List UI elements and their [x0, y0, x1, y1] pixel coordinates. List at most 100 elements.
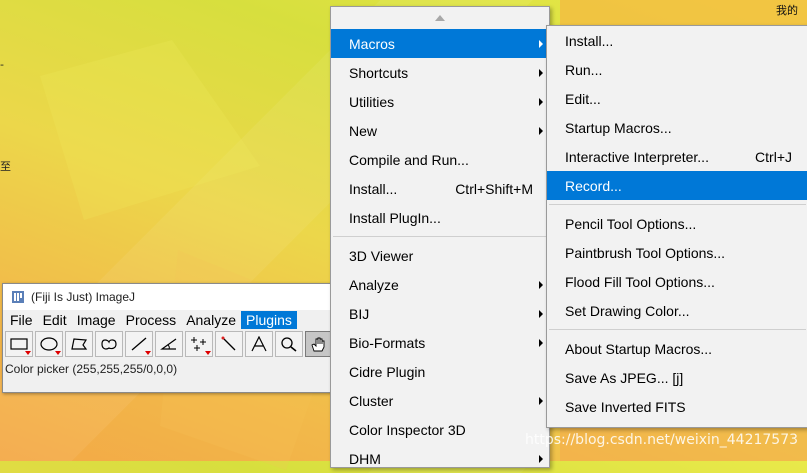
wand-tool-button[interactable]	[215, 331, 243, 357]
menu-item-label: Startup Macros...	[565, 119, 672, 136]
menu-item-label: Analyze	[349, 276, 399, 293]
menu-item-new[interactable]: New	[331, 116, 549, 145]
polygon-icon	[71, 338, 88, 350]
oval-tool-button[interactable]	[35, 331, 63, 357]
menu-edit[interactable]: Edit	[38, 311, 72, 329]
menu-item-set-drawing-color[interactable]: Set Drawing Color...	[547, 296, 807, 325]
menu-item-install[interactable]: Install... Ctrl+Shift+M	[331, 174, 549, 203]
freehand-icon	[101, 339, 117, 350]
angle-icon	[160, 338, 177, 350]
menu-item-shortcut: Ctrl+J	[755, 148, 792, 165]
submenu-arrow-icon	[539, 310, 543, 318]
menu-item-macros[interactable]: Macros	[331, 29, 549, 58]
menu-item-macro-install[interactable]: Install...	[547, 26, 807, 55]
menu-item-label: Run...	[565, 61, 603, 78]
menu-item-label: Install PlugIn...	[349, 209, 441, 226]
multipoint-tool-button[interactable]	[185, 331, 213, 357]
menu-item-startup-macros[interactable]: Startup Macros...	[547, 113, 807, 142]
desktop-edge-glyph: -	[0, 58, 4, 71]
angle-tool-button[interactable]	[155, 331, 183, 357]
menu-item-bio-formats[interactable]: Bio-Formats	[331, 328, 549, 357]
menu-item-label: Bio-Formats	[349, 334, 426, 351]
rectangle-tool-button[interactable]	[5, 331, 33, 357]
menu-item-label: Pencil Tool Options...	[565, 215, 697, 232]
submenu-arrow-icon	[539, 455, 543, 463]
menu-item-label: 3D Viewer	[349, 247, 414, 264]
submenu-arrow-icon	[539, 281, 543, 289]
submenu-arrow-icon	[539, 127, 543, 135]
menu-item-utilities[interactable]: Utilities	[331, 87, 549, 116]
menu-item-macro-run[interactable]: Run...	[547, 55, 807, 84]
menu-item-label: DHM	[349, 450, 381, 467]
menu-item-label: Color Inspector 3D	[349, 421, 466, 438]
menu-item-label: Set Drawing Color...	[565, 302, 690, 319]
menu-file[interactable]: File	[5, 311, 38, 329]
menu-item-record[interactable]: Record...	[547, 171, 807, 200]
menu-item-bij[interactable]: BIJ	[331, 299, 549, 328]
magnifier-icon	[281, 337, 297, 352]
menu-item-color-inspector-3d[interactable]: Color Inspector 3D	[331, 415, 549, 444]
menu-item-save-as-jpeg[interactable]: Save As JPEG... [j]	[547, 363, 807, 392]
imagej-titlebar[interactable]: (Fiji Is Just) ImageJ	[3, 284, 339, 310]
tool-menu-indicator-icon	[55, 351, 61, 355]
menu-item-flood-fill-tool-options[interactable]: Flood Fill Tool Options...	[547, 267, 807, 296]
fiji-logo-icon	[12, 291, 24, 303]
menu-item-cluster[interactable]: Cluster	[331, 386, 549, 415]
menu-item-compile-and-run[interactable]: Compile and Run...	[331, 145, 549, 174]
menu-item-label: Compile and Run...	[349, 151, 469, 168]
freehand-tool-button[interactable]	[95, 331, 123, 357]
menu-scroll-up[interactable]	[331, 7, 549, 29]
menu-item-label: Utilities	[349, 93, 395, 110]
text-tool-button[interactable]	[245, 331, 273, 357]
menu-image[interactable]: Image	[72, 311, 121, 329]
menu-plugins[interactable]: Plugins	[241, 311, 297, 329]
menu-item-pencil-tool-options[interactable]: Pencil Tool Options...	[547, 209, 807, 238]
submenu-arrow-icon	[539, 339, 543, 347]
menu-item-paintbrush-tool-options[interactable]: Paintbrush Tool Options...	[547, 238, 807, 267]
menu-process[interactable]: Process	[121, 311, 182, 329]
menu-item-dhm[interactable]: DHM	[331, 444, 549, 473]
rectangle-icon	[10, 338, 28, 350]
desktop-edge-glyph: 至	[0, 160, 11, 173]
menu-item-label: About Startup Macros...	[565, 340, 713, 357]
menu-item-label: New	[349, 122, 378, 139]
submenu-arrow-icon	[539, 69, 543, 77]
menu-item-3d-viewer[interactable]: 3D Viewer	[331, 241, 549, 270]
menu-item-label: Cluster	[349, 392, 394, 409]
imagej-menubar: File Edit Image Process Analyze Plugins	[3, 310, 339, 330]
menu-separator	[549, 329, 806, 330]
desktop-corner-text: 我的	[776, 4, 798, 17]
hand-tool-button[interactable]	[305, 331, 333, 357]
imagej-status-bar: Color picker (255,255,255/0,0,0)	[5, 362, 178, 376]
menu-analyze[interactable]: Analyze	[181, 311, 241, 329]
menu-item-label: Macros	[349, 35, 395, 52]
plugins-menu: Macros Shortcuts Utilities New Compile a…	[330, 6, 550, 468]
menu-item-label: Flood Fill Tool Options...	[565, 273, 715, 290]
line-icon	[131, 337, 147, 351]
menu-separator	[549, 204, 806, 205]
menu-item-analyze[interactable]: Analyze	[331, 270, 549, 299]
multipoint-icon	[191, 337, 206, 351]
submenu-arrow-icon	[539, 40, 543, 48]
menu-item-interactive-interpreter[interactable]: Interactive Interpreter... Ctrl+J	[547, 142, 807, 171]
magnifier-tool-button[interactable]	[275, 331, 303, 357]
text-tool-icon	[251, 336, 267, 352]
imagej-window: (Fiji Is Just) ImageJ File Edit Image Pr…	[2, 283, 340, 393]
menu-item-cidre-plugin[interactable]: Cidre Plugin	[331, 357, 549, 386]
magic-wand-icon	[221, 336, 236, 351]
menu-item-about-startup-macros[interactable]: About Startup Macros...	[547, 334, 807, 363]
line-tool-button[interactable]	[125, 331, 153, 357]
menu-item-save-inverted-fits[interactable]: Save Inverted FITS	[547, 392, 807, 421]
watermark-text: https://blog.csdn.net/weixin_44217573	[525, 432, 799, 448]
menu-item-label: Shortcuts	[349, 64, 409, 81]
menu-item-label: Install...	[349, 180, 398, 197]
tool-menu-indicator-icon	[25, 351, 31, 355]
menu-item-macro-edit[interactable]: Edit...	[547, 84, 807, 113]
menu-item-shortcuts[interactable]: Shortcuts	[331, 58, 549, 87]
menu-item-label: Save As JPEG... [j]	[565, 369, 684, 386]
polygon-tool-button[interactable]	[65, 331, 93, 357]
menu-item-label: BIJ	[349, 305, 370, 322]
menu-item-install-plugin[interactable]: Install PlugIn...	[331, 203, 549, 232]
menu-item-label: Cidre Plugin	[349, 363, 426, 380]
submenu-arrow-icon	[539, 98, 543, 106]
